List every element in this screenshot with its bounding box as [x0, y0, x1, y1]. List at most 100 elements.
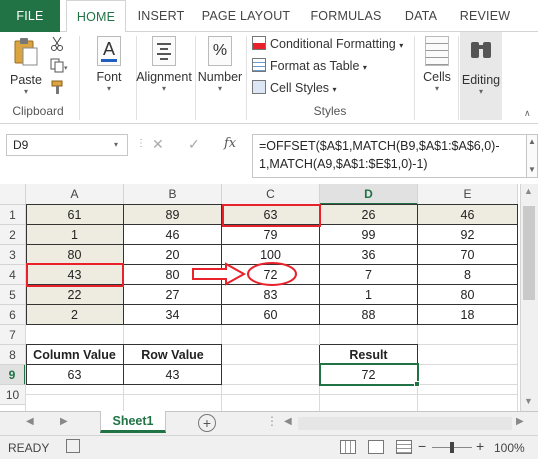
number-button[interactable]: % Number ▾ — [196, 36, 244, 94]
name-box[interactable]: D9 — [6, 134, 128, 156]
row-header-2[interactable]: 2 — [0, 225, 26, 245]
page-layout-view-icon[interactable] — [368, 440, 384, 454]
normal-view-icon[interactable] — [340, 440, 356, 454]
tab-insert[interactable]: INSERT — [130, 0, 192, 32]
cell-d9-result[interactable]: 72 — [320, 365, 417, 384]
column-header-b[interactable]: B — [124, 184, 222, 205]
row-header-8[interactable]: 8 — [0, 345, 26, 365]
cell-b2[interactable]: 46 — [124, 225, 221, 244]
column-header-d[interactable]: D — [320, 184, 418, 205]
vertical-scrollbar-thumb[interactable] — [523, 206, 535, 300]
tab-page-layout[interactable]: PAGE LAYOUT — [198, 0, 294, 32]
row-header-10[interactable]: 10 — [0, 385, 26, 405]
cell-c5[interactable]: 83 — [222, 285, 319, 304]
cell-b8-row-value-header[interactable]: Row Value — [124, 345, 221, 364]
zoom-in-icon[interactable]: + — [476, 438, 484, 454]
cell-d5[interactable]: 1 — [320, 285, 417, 304]
paste-button[interactable]: Paste ▾ — [6, 36, 46, 97]
cut-icon[interactable] — [50, 36, 64, 52]
cell-c6[interactable]: 60 — [222, 305, 319, 324]
tab-home[interactable]: HOME — [66, 0, 126, 33]
tab-data[interactable]: DATA — [396, 0, 446, 32]
copy-icon[interactable]: ▾ — [50, 58, 68, 74]
scroll-up-icon[interactable]: ▲ — [524, 186, 533, 196]
cell-d6[interactable]: 88 — [320, 305, 417, 324]
cell-d1[interactable]: 26 — [320, 205, 417, 224]
enter-check-icon[interactable]: ✓ — [188, 136, 200, 153]
worksheet-grid[interactable]: A B C D E 1 2 3 4 5 6 7 8 9 10 61 89 63 26 46 1 46 79 99 92 80 20 1… — [0, 184, 538, 411]
tab-file[interactable]: FILE — [0, 0, 60, 32]
cell-a6[interactable]: 2 — [26, 305, 123, 324]
cell-b9-row-value[interactable]: 43 — [124, 365, 221, 384]
cell-a5[interactable]: 22 — [26, 285, 123, 304]
editing-button[interactable]: Editing ▾ — [460, 32, 502, 120]
scroll-left-icon[interactable]: ◀ — [26, 416, 34, 427]
row-header-1[interactable]: 1 — [0, 205, 26, 225]
column-header-e[interactable]: E — [418, 184, 518, 205]
select-all-corner[interactable] — [0, 184, 26, 205]
cell-b4[interactable]: 80 — [124, 265, 221, 284]
zoom-out-icon[interactable]: − — [418, 438, 426, 454]
zoom-slider-thumb[interactable] — [450, 442, 454, 453]
cell-d3[interactable]: 36 — [320, 245, 417, 264]
cell-d4[interactable]: 7 — [320, 265, 417, 284]
cell-b1[interactable]: 89 — [124, 205, 221, 224]
row-header-3[interactable]: 3 — [0, 245, 26, 265]
hscroll-right-icon[interactable]: ▶ — [516, 416, 524, 427]
hscroll-left-icon[interactable]: ◀ — [284, 416, 292, 427]
cell-b6[interactable]: 34 — [124, 305, 221, 324]
cell-e6[interactable]: 18 — [418, 305, 517, 324]
row-header-9[interactable]: 9 — [0, 365, 26, 385]
cell-e2[interactable]: 92 — [418, 225, 517, 244]
add-sheet-icon[interactable]: + — [198, 414, 216, 432]
cell-c4[interactable]: 72 — [222, 265, 319, 284]
cell-a1[interactable]: 61 — [26, 205, 123, 224]
conditional-formatting-button[interactable]: Conditional Formatting ▾ — [252, 34, 403, 54]
cells-button[interactable]: Cells ▾ — [418, 36, 456, 94]
formula-input[interactable]: =OFFSET($A$1,MATCH(B9,$A$1:$A$6,0)- 1,MA… — [252, 134, 534, 178]
fill-handle[interactable] — [414, 381, 420, 387]
cell-e5[interactable]: 80 — [418, 285, 517, 304]
chevron-down-icon[interactable]: ▾ — [114, 140, 118, 149]
cell-e1[interactable]: 46 — [418, 205, 517, 224]
cell-a3[interactable]: 80 — [26, 245, 123, 264]
horizontal-scrollbar[interactable] — [298, 417, 512, 430]
page-break-view-icon[interactable] — [396, 440, 412, 454]
cell-c2[interactable]: 79 — [222, 225, 319, 244]
expand-formula-bar-icon[interactable]: ▲ ▼ — [526, 134, 538, 178]
zoom-level[interactable]: 100% — [494, 441, 525, 455]
insert-function-fx-icon[interactable]: fx — [224, 136, 236, 151]
column-header-a[interactable]: A — [26, 184, 124, 205]
scroll-right-icon[interactable]: ▶ — [60, 416, 68, 427]
cell-a9-column-value[interactable]: 63 — [26, 365, 123, 384]
cell-styles-button[interactable]: Cell Styles ▾ — [252, 78, 337, 98]
tab-review[interactable]: REVIEW — [454, 0, 516, 32]
cell-c1[interactable]: 63 — [222, 205, 319, 224]
cell-b5[interactable]: 27 — [124, 285, 221, 304]
tab-formulas[interactable]: FORMULAS — [304, 0, 388, 32]
cell-e3[interactable]: 70 — [418, 245, 517, 264]
collapse-ribbon-icon[interactable]: ∧ — [524, 108, 531, 119]
cell-d2[interactable]: 99 — [320, 225, 417, 244]
sheet-tab-sheet1[interactable]: Sheet1 — [100, 411, 166, 433]
cell-a8-column-value-header[interactable]: Column Value — [26, 345, 123, 364]
font-button[interactable]: A Font ▾ — [86, 36, 132, 94]
cell-a4[interactable]: 43 — [26, 265, 123, 284]
alignment-button[interactable]: Alignment ▾ — [134, 36, 194, 94]
cancel-icon[interactable]: ✕ — [152, 136, 164, 153]
row-header-7[interactable]: 7 — [0, 325, 26, 345]
split-handle-icon[interactable]: ⋮ — [266, 414, 278, 428]
cell-e4[interactable]: 8 — [418, 265, 517, 284]
cell-d8-result-header[interactable]: Result — [320, 345, 417, 364]
row-header-4[interactable]: 4 — [0, 265, 26, 285]
macro-record-icon[interactable] — [66, 439, 80, 453]
cell-b3[interactable]: 20 — [124, 245, 221, 264]
cell-c3[interactable]: 100 — [222, 245, 319, 264]
row-header-5[interactable]: 5 — [0, 285, 26, 305]
scroll-down-icon[interactable]: ▼ — [524, 396, 533, 406]
column-header-c[interactable]: C — [222, 184, 320, 205]
row-header-6[interactable]: 6 — [0, 305, 26, 325]
cell-a2[interactable]: 1 — [26, 225, 123, 244]
format-as-table-button[interactable]: Format as Table ▾ — [252, 56, 367, 76]
format-painter-icon[interactable] — [50, 80, 66, 96]
